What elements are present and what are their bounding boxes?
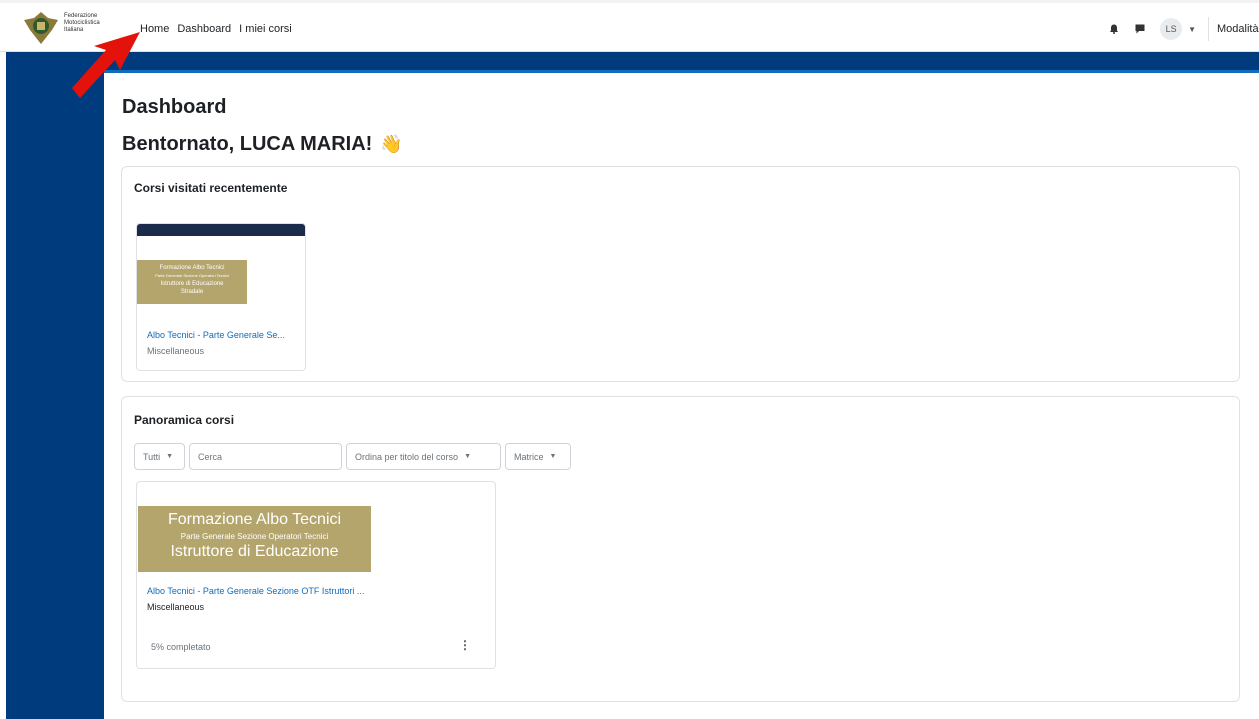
divider [1208,17,1209,41]
chevron-down-icon: ▼ [166,453,174,460]
left-sidebar [6,70,104,719]
wave-hand-icon: 👋 [380,134,403,154]
grouping-dropdown[interactable]: Tutti ▼ [134,443,185,470]
bell-icon[interactable] [1108,23,1120,35]
recent-course-card[interactable]: Formazione Albo Tecnici Parte Generale S… [136,223,306,371]
course-image[interactable]: Formazione Albo Tecnici Parte Generale S… [138,506,371,572]
course-category: Miscellaneous [147,602,205,612]
course-overview-title: Panoramica corsi [134,413,235,427]
course-image[interactable]: Formazione Albo Tecnici Parte Generale S… [137,260,247,304]
header-accent-line [104,70,1259,73]
top-navbar: Federazione Motociclistica Italiana Home… [0,0,1259,55]
view-dropdown[interactable]: Matrice ▼ [505,443,571,470]
kebab-menu-icon[interactable]: ⋮ [459,638,471,652]
page-title: Dashboard [122,96,227,118]
progress-text: 5% completato [151,642,211,652]
recent-courses-block: Corsi visitati recentemente Formazione A… [121,166,1240,382]
fmi-logo[interactable] [22,10,60,46]
chevron-down-icon: ▼ [549,453,557,460]
edit-mode-label[interactable]: Modalità [1217,23,1259,35]
welcome-heading: Bentornato, LUCA MARIA! 👋 [122,133,403,156]
course-filters: Tutti▼ Ordina per titolo del corso▼ Matr… [134,443,575,470]
primary-navigation: Home Dashboard I miei corsi [136,3,296,55]
nav-dashboard[interactable]: Dashboard [173,3,236,55]
course-card[interactable]: Formazione Albo Tecnici Parte Generale S… [136,481,496,669]
welcome-text: Bentornato, LUCA MARIA! [122,133,373,155]
chevron-down-icon[interactable]: ▼ [1188,25,1196,34]
course-name-link[interactable]: Albo Tecnici - Parte Generale Sezione OT… [147,586,364,596]
chevron-down-icon: ▼ [464,453,471,460]
recent-courses-title: Corsi visitati recentemente [134,181,288,195]
search-input[interactable] [189,443,342,470]
user-avatar[interactable]: LS [1160,18,1183,40]
course-overview-block: Panoramica corsi Tutti▼ Ordina per titol… [121,396,1240,702]
sort-dropdown[interactable]: Ordina per titolo del corso ▼ [346,443,501,470]
header-banner [6,52,1259,70]
nav-my-courses[interactable]: I miei corsi [235,3,296,55]
course-name-link[interactable]: Albo Tecnici - Parte Generale Se... [147,330,285,340]
user-tools: LS ▼ Modalità [1108,3,1259,55]
chat-icon[interactable] [1134,23,1146,35]
course-card-header [137,224,305,236]
course-category: Miscellaneous [147,346,205,356]
